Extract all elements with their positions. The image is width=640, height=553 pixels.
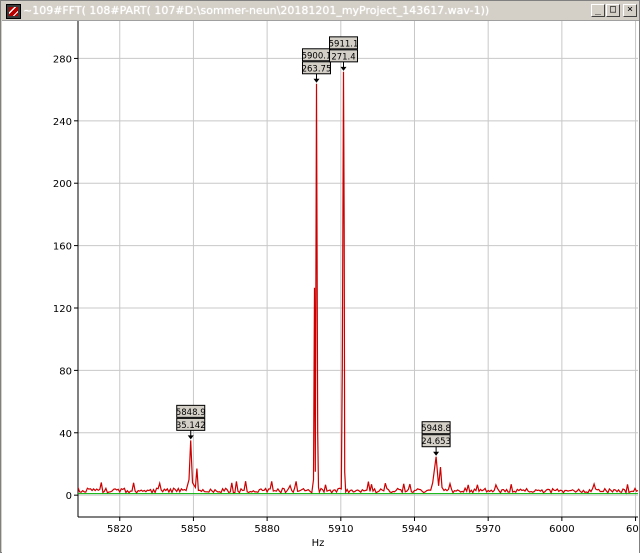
maximize-button[interactable]: □ [606,4,620,17]
peak-annotation: 5911.1 271.4 [329,36,359,71]
title-bar[interactable]: ~109#FFT( 108#PART( 107#D:\sommer-neun\2… [2,2,639,21]
minimize-button[interactable]: _ [591,4,605,17]
annotation-x-value: 5911.1 [329,39,359,49]
x-tick-label: 6000 [549,524,574,535]
x-tick-label: 5940 [402,524,427,535]
x-tick-label: 5910 [328,524,353,535]
fft-chart[interactable]: 0 40 80 120 160 200 240 280 5820 5850 5880 5910 5940… [2,21,639,553]
annotation-y-value: 24.653 [421,437,451,447]
series-line-0 [78,71,638,495]
y-tick-label: 120 [53,304,72,315]
series-group [78,71,638,495]
annotation-x-value: 5848.9 [176,408,206,418]
x-tick-label: 5880 [254,524,279,535]
annotation-y-value: 263.75 [302,64,332,74]
peak-annotation: 5900.1 263.75 [302,48,332,83]
annotation-x-value: 5900.1 [302,51,332,61]
annotation-y-value: 35.142 [176,421,206,431]
annotation-x-value: 5948.8 [421,424,451,434]
y-tick-label: 280 [53,54,72,65]
annotation-arrow [313,78,320,83]
y-tick-label: 0 [66,491,72,502]
x-tick-label: 603 [626,524,639,535]
y-tick-label: 240 [53,117,72,128]
y-tick-label: 160 [53,242,72,253]
window-title: ~109#FFT( 108#PART( 107#D:\sommer-neun\2… [23,4,490,17]
y-tick-label: 80 [59,366,72,377]
annotation-arrow [433,451,440,456]
y-tick-label: 200 [53,179,72,190]
fft-window: ~109#FFT( 108#PART( 107#D:\sommer-neun\2… [0,0,640,553]
peak-annotation: 5848.9 35.142 [176,404,206,440]
app-icon[interactable] [6,4,21,19]
peak-annotation: 5948.8 24.653 [421,421,451,456]
plot-area[interactable]: 0 40 80 120 160 200 240 280 5820 5850 5880 5910 5940… [2,21,639,553]
x-tick-label: 5820 [107,524,132,535]
y-tick-label: 40 [59,429,72,440]
annotation-y-value: 271.4 [331,52,355,62]
annotation-arrow [340,66,347,71]
x-tick-label: 5970 [475,524,500,535]
close-button[interactable]: × [623,4,637,17]
x-tick-label: 5850 [181,524,206,535]
x-axis-label: Hz [312,538,325,549]
annotation-arrow [187,435,194,440]
